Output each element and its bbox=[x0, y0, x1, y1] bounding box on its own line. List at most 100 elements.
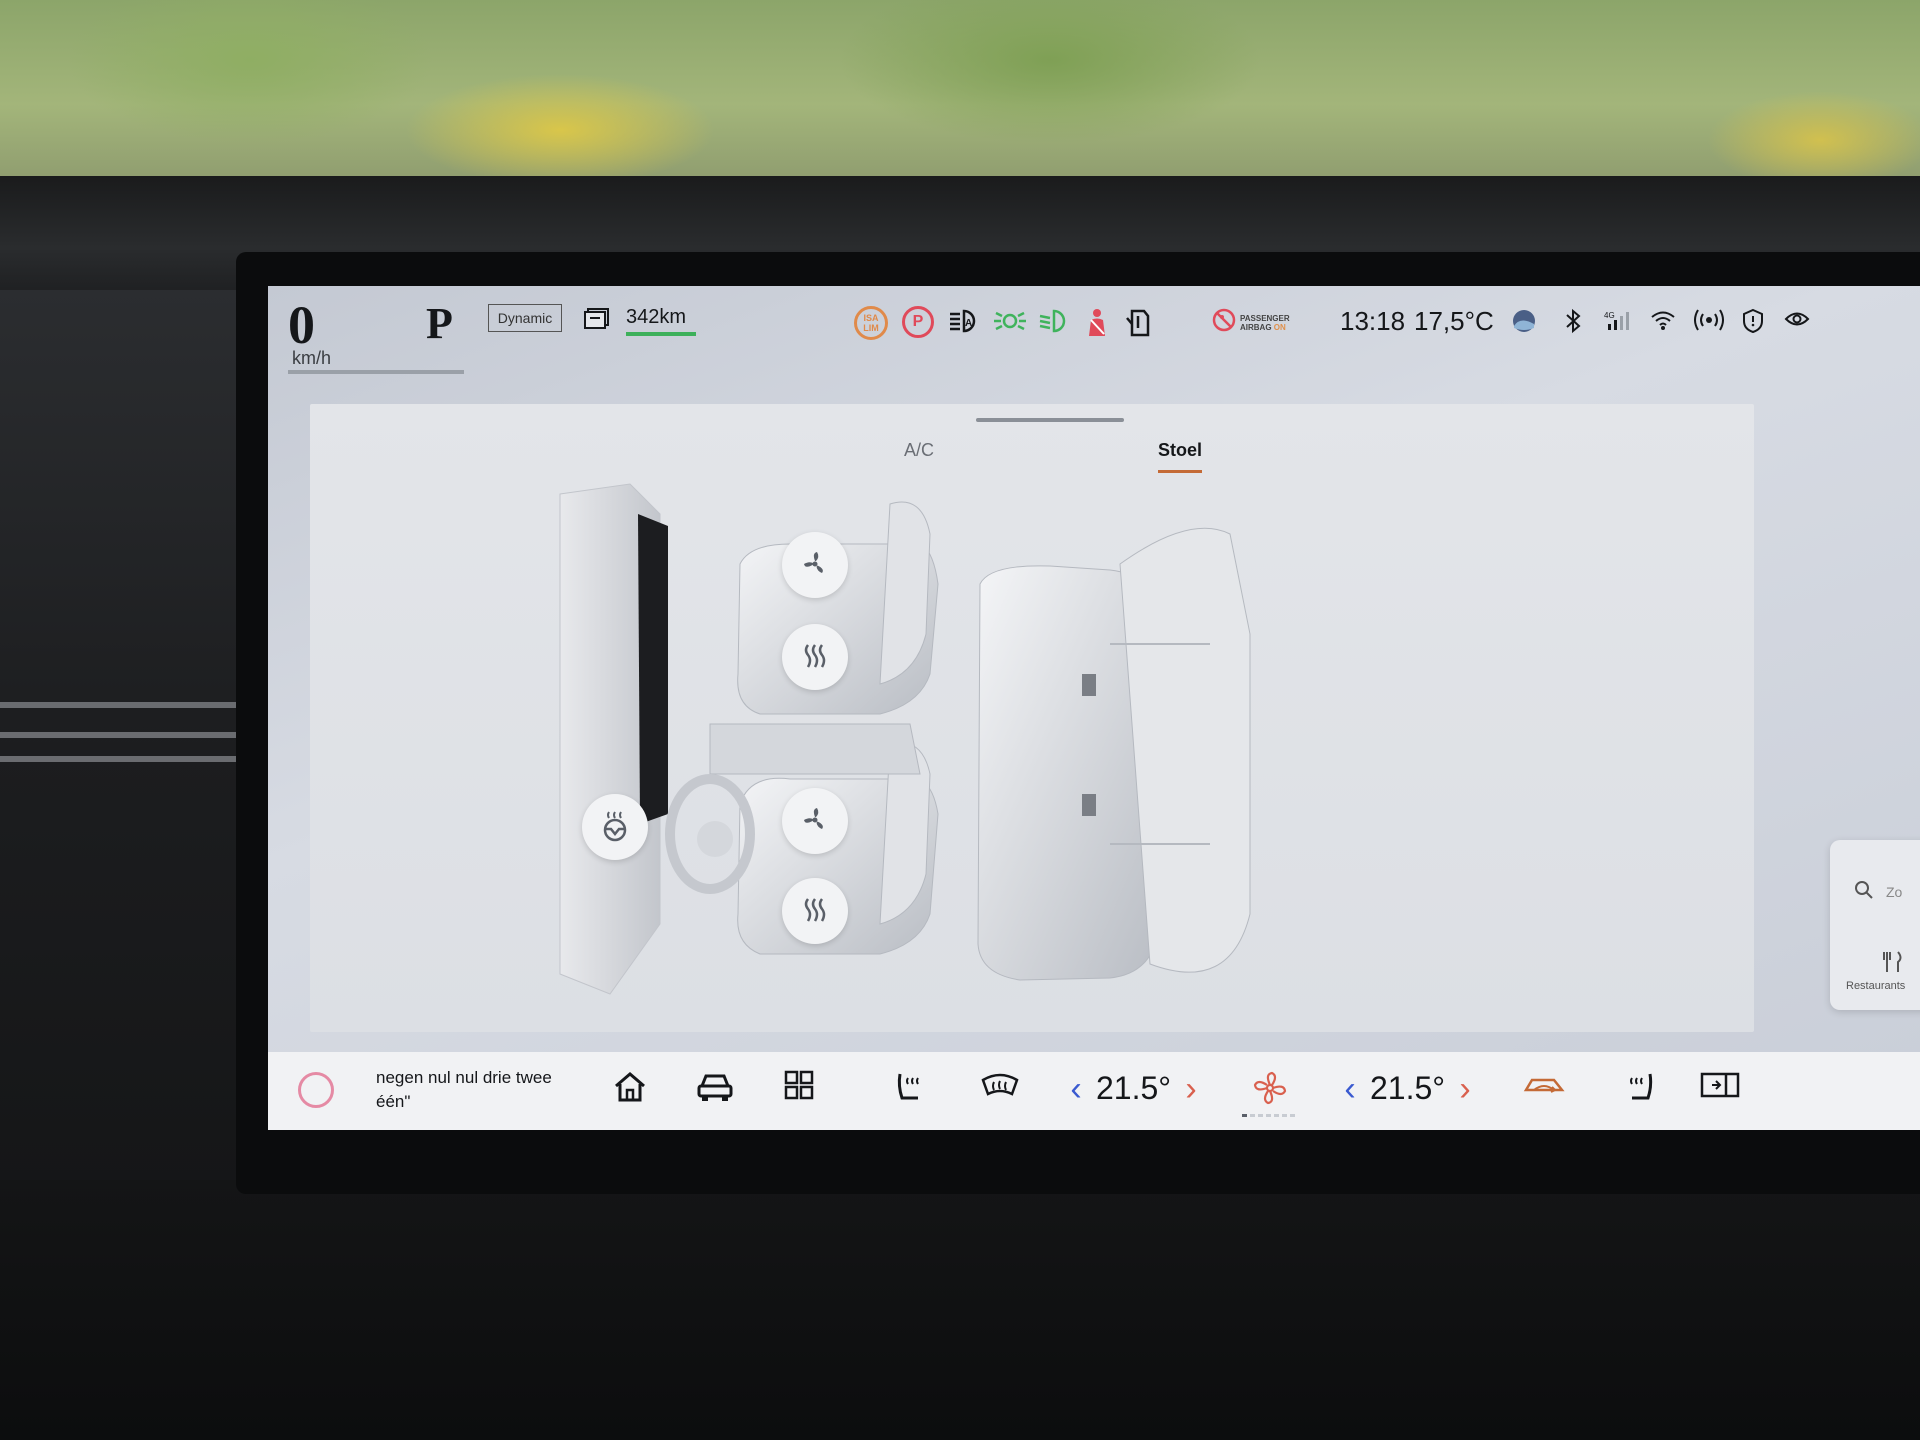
lim-text: LIM bbox=[863, 323, 879, 333]
home-icon bbox=[612, 1072, 648, 1107]
auto-headlight-icon: A bbox=[948, 308, 980, 339]
vent-trim bbox=[0, 702, 240, 708]
split-screen-icon bbox=[1700, 1072, 1740, 1103]
passenger-temperature-control: ‹ 21.5° › bbox=[1340, 1070, 1475, 1107]
infotainment-screen: 0 km/h P Dynamic 342km ISA LIM P A PASSE… bbox=[268, 286, 1920, 1130]
door-open-icon bbox=[1124, 308, 1154, 343]
recirculation-icon bbox=[1522, 1078, 1568, 1103]
status-bar: 0 km/h P Dynamic 342km ISA LIM P A PASSE… bbox=[268, 286, 1920, 390]
driver-temp-up-button[interactable]: › bbox=[1181, 1072, 1201, 1106]
isa-text: ISA bbox=[863, 313, 879, 323]
passenger-temperature: 21.5° bbox=[1370, 1070, 1446, 1106]
driver-seat-heat-shortcut[interactable] bbox=[894, 1070, 928, 1107]
vent-trim bbox=[0, 756, 240, 762]
map-search-card[interactable]: Zo Restaurants bbox=[1830, 840, 1920, 1010]
driver-seat-ventilation-button[interactable] bbox=[782, 788, 848, 854]
recirculation-button[interactable] bbox=[1522, 1070, 1568, 1103]
seat-heating-icon bbox=[800, 895, 830, 928]
svg-text:A: A bbox=[965, 318, 972, 329]
isa-limit-icon: ISA LIM bbox=[854, 306, 888, 340]
drive-mode-badge[interactable]: Dynamic bbox=[488, 304, 562, 332]
fan-icon bbox=[1252, 1071, 1288, 1109]
passenger-seat-ventilation-button[interactable] bbox=[782, 532, 848, 598]
front-defrost-button[interactable] bbox=[980, 1070, 1020, 1103]
passenger-temp-down-button[interactable]: ‹ bbox=[1340, 1072, 1360, 1106]
vehicle-button[interactable] bbox=[696, 1070, 734, 1107]
voice-assistant-button[interactable] bbox=[298, 1072, 334, 1108]
fan-level-dot bbox=[1258, 1114, 1263, 1117]
range-value: 342km bbox=[626, 306, 687, 328]
apps-grid-icon bbox=[784, 1070, 814, 1103]
active-tab-indicator bbox=[1158, 470, 1202, 473]
restaurant-icon[interactable] bbox=[1882, 950, 1904, 979]
passenger-temp-up-button[interactable]: › bbox=[1455, 1072, 1475, 1106]
battery-icon bbox=[584, 306, 614, 335]
split-screen-button[interactable] bbox=[1700, 1070, 1740, 1103]
tab-ac[interactable]: A/C bbox=[904, 440, 934, 461]
parking-light-icon bbox=[992, 308, 1028, 339]
seatbelt-icon bbox=[1084, 308, 1110, 343]
bottom-dock: negen nul nul drie twee één" ‹ 21.5° › ‹… bbox=[268, 1052, 1920, 1130]
passenger-airbag-indicator: PASSENGER AIRBAG ON bbox=[1212, 308, 1290, 337]
center-console-shape bbox=[709, 723, 921, 775]
dashboard-bottom bbox=[0, 1180, 1920, 1440]
speed-unit: km/h bbox=[292, 348, 332, 368]
vent-trim bbox=[0, 732, 240, 738]
steering-hub-shape bbox=[697, 821, 733, 857]
panel-drag-handle[interactable] bbox=[976, 418, 1124, 422]
car-icon bbox=[696, 1074, 734, 1107]
wifi-icon[interactable] bbox=[1650, 308, 1676, 337]
airbag-line2: AIRBAG bbox=[1240, 322, 1272, 332]
apps-button[interactable] bbox=[784, 1070, 814, 1103]
seat-heating-icon bbox=[894, 1073, 928, 1107]
steering-wheel-heating-button[interactable] bbox=[582, 794, 648, 860]
speed-bar bbox=[288, 370, 464, 374]
outside-temperature: 17,5°C bbox=[1414, 306, 1494, 336]
driver-temperature-control: ‹ 21.5° › bbox=[1066, 1070, 1201, 1107]
fan-level-dot bbox=[1290, 1114, 1295, 1117]
rear-buckle-shape bbox=[1082, 674, 1096, 696]
passenger-seat-heat-shortcut[interactable] bbox=[1622, 1070, 1656, 1107]
shield-icon[interactable] bbox=[1742, 308, 1764, 339]
fan-level-dot bbox=[1242, 1114, 1247, 1117]
passenger-seat-heating-button[interactable] bbox=[782, 624, 848, 690]
windshield-view bbox=[0, 0, 1920, 190]
central-display-shape bbox=[638, 514, 668, 824]
fan-level-dot bbox=[1250, 1114, 1255, 1117]
fan-button[interactable] bbox=[1252, 1070, 1288, 1109]
airbag-state: ON bbox=[1273, 322, 1286, 332]
airbag-line1: PASSENGER bbox=[1240, 313, 1290, 323]
bluetooth-icon[interactable] bbox=[1564, 308, 1582, 339]
driver-seat-heating-button[interactable] bbox=[782, 878, 848, 944]
eye-icon[interactable] bbox=[1784, 308, 1810, 335]
tab-seat[interactable]: Stoel bbox=[1158, 440, 1202, 461]
rear-buckle-shape bbox=[1082, 794, 1096, 816]
seat-ventilation-icon bbox=[800, 805, 830, 838]
seat-heating-icon bbox=[1622, 1073, 1656, 1107]
driver-temperature: 21.5° bbox=[1096, 1070, 1172, 1106]
low-beam-icon bbox=[1038, 308, 1070, 339]
seat-climate-panel: A/C Stoel bbox=[310, 404, 1754, 1032]
restaurants-shortcut-label[interactable]: Restaurants bbox=[1846, 980, 1905, 992]
passenger-airbag-icon bbox=[1212, 308, 1236, 337]
seat-ventilation-icon bbox=[800, 549, 830, 582]
range-bar bbox=[626, 332, 696, 336]
speed-value: 0 bbox=[288, 295, 315, 355]
clock: 13:18 bbox=[1340, 306, 1406, 336]
cellular-icon: 4G bbox=[1604, 308, 1630, 339]
fan-level-indicator bbox=[1242, 1114, 1295, 1117]
cabin-seat-illustration bbox=[559, 483, 1251, 995]
airbag-text: PASSENGER AIRBAG ON bbox=[1240, 314, 1290, 332]
driver-temp-down-button[interactable]: ‹ bbox=[1066, 1072, 1086, 1106]
parking-brake-icon: P bbox=[902, 306, 934, 338]
weather-icon[interactable] bbox=[1510, 308, 1538, 339]
gear-indicator: P bbox=[426, 299, 453, 348]
search-placeholder: Zo bbox=[1886, 884, 1903, 900]
network-label: 4G bbox=[1604, 311, 1615, 320]
fan-level-dot bbox=[1274, 1114, 1279, 1117]
home-button[interactable] bbox=[612, 1070, 648, 1107]
connectivity-icon[interactable] bbox=[1694, 308, 1724, 337]
seat-heating-icon bbox=[800, 641, 830, 674]
steering-wheel-heat-icon bbox=[599, 810, 631, 845]
fan-level-dot bbox=[1282, 1114, 1287, 1117]
